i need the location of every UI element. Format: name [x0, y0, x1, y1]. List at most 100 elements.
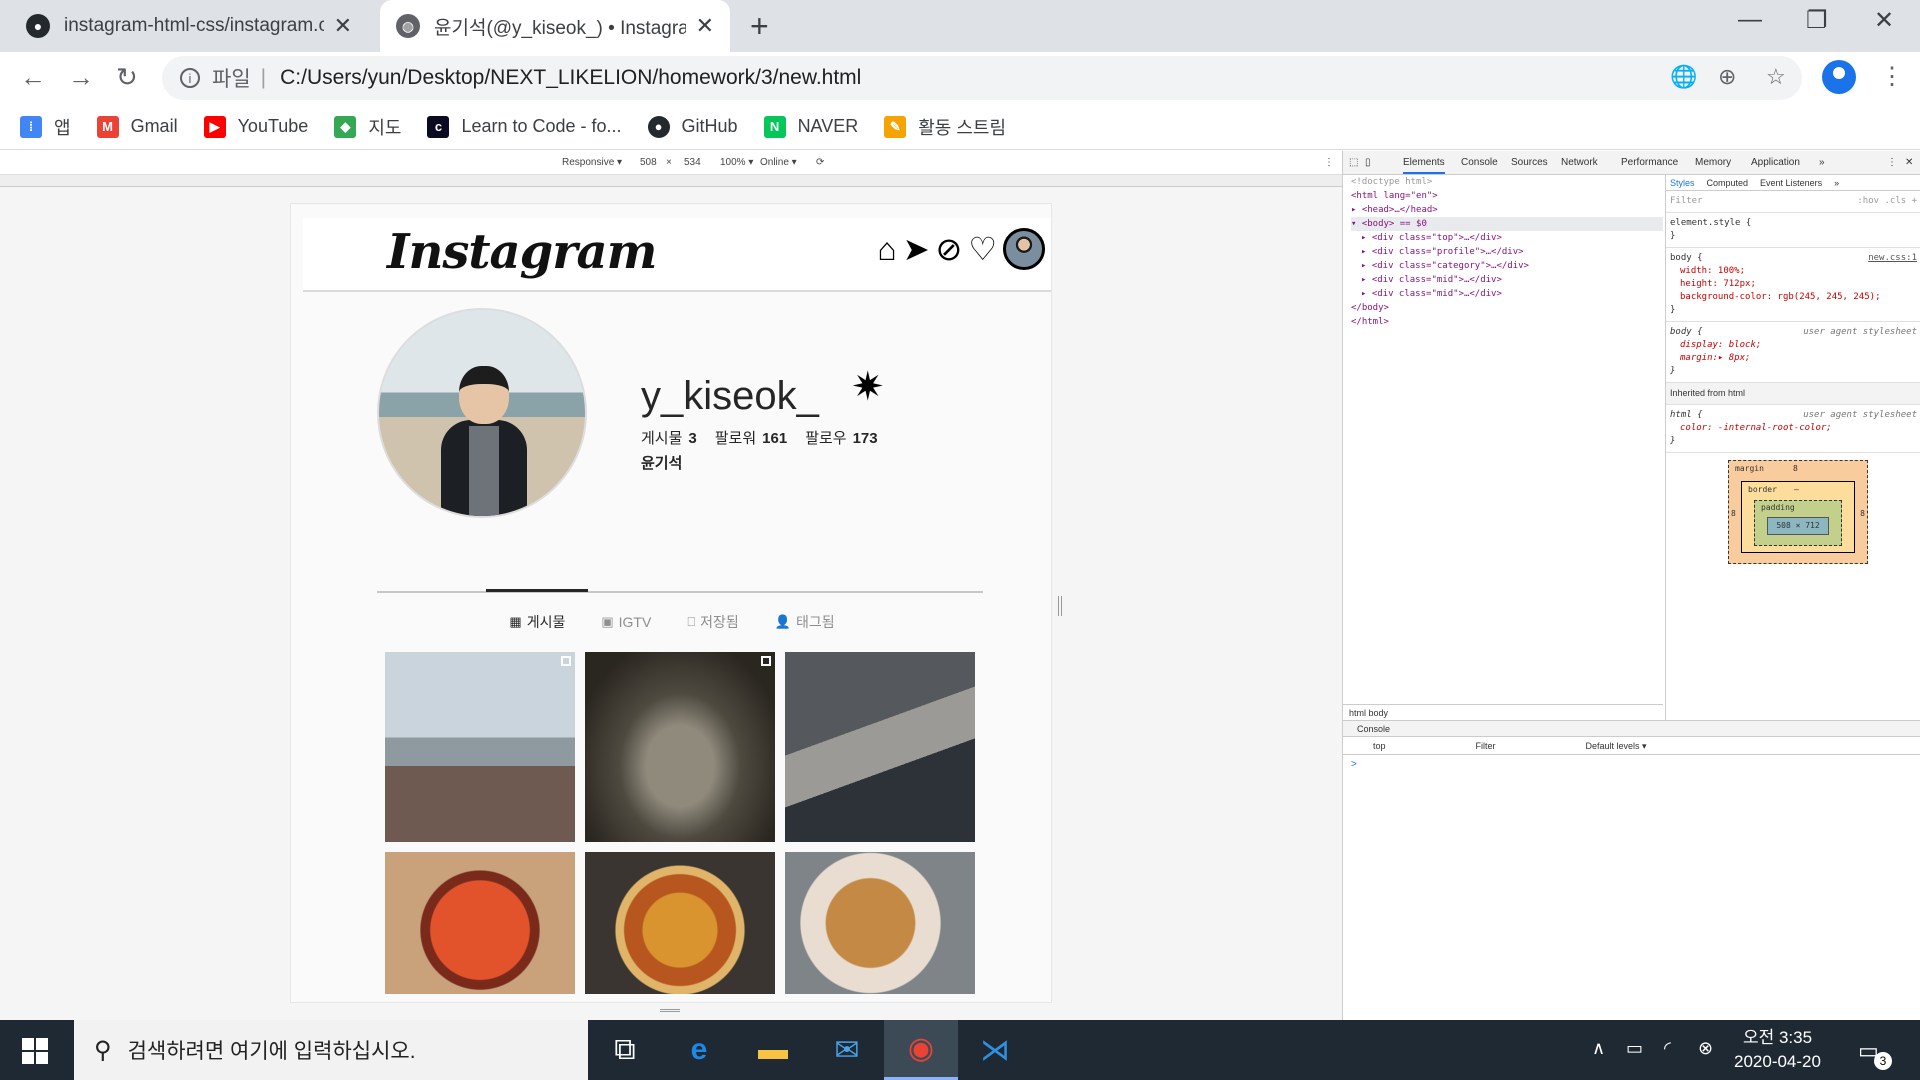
- rule-source-link[interactable]: new.css:1: [1868, 252, 1917, 265]
- home-icon[interactable]: ⌂: [877, 233, 896, 265]
- dom-line-selected[interactable]: ▾ <body> == $0: [1351, 217, 1663, 231]
- post-cave[interactable]: [585, 652, 775, 842]
- profile-avatar-icon[interactable]: [1003, 228, 1045, 270]
- address-bar[interactable]: i 파일 | C:/Users/yun/Desktop/NEXT_LIKELIO…: [162, 56, 1802, 100]
- height-input[interactable]: 534: [684, 157, 701, 168]
- devtools-menu-icon[interactable]: ⋮: [1887, 157, 1897, 168]
- style-rule-body-author[interactable]: body {new.css:1 width: 100%; height: 712…: [1666, 248, 1920, 322]
- margin-right-value[interactable]: 8: [1860, 509, 1865, 518]
- dom-line[interactable]: ▸ <head>…</head>: [1351, 203, 1663, 217]
- tab-styles[interactable]: Styles: [1670, 175, 1695, 190]
- file-explorer-icon[interactable]: ▬: [736, 1020, 810, 1080]
- rule-line[interactable]: width: 100%;: [1670, 265, 1917, 278]
- dom-line[interactable]: <!doctype html>: [1351, 175, 1663, 189]
- taskbar-clock[interactable]: 오전 3:35 2020-04-20: [1734, 1026, 1821, 1074]
- width-input[interactable]: 508: [640, 157, 657, 168]
- tab-saved[interactable]: ⎕ 저장됨: [687, 612, 738, 632]
- restore-button[interactable]: ❐: [1806, 6, 1828, 35]
- zoom-icon[interactable]: ⊕: [1718, 64, 1736, 90]
- tab-network[interactable]: Network: [1561, 157, 1598, 168]
- settings-gear-icon[interactable]: ✷: [851, 364, 885, 410]
- console-title[interactable]: Console: [1357, 724, 1390, 734]
- close-window-button[interactable]: ✕: [1874, 6, 1894, 35]
- chrome-icon[interactable]: ◉: [884, 1020, 958, 1080]
- explore-icon[interactable]: ⊘: [936, 233, 963, 265]
- devtools-close-icon[interactable]: ✕: [1905, 157, 1913, 168]
- post-group-selfie[interactable]: [785, 652, 975, 842]
- tray-chevron-icon[interactable]: ∧: [1592, 1038, 1605, 1059]
- margin-top-value[interactable]: 8: [1793, 464, 1798, 473]
- tab-sources[interactable]: Sources: [1511, 157, 1548, 168]
- post-fried-chicken[interactable]: [785, 852, 975, 994]
- console-filter-input[interactable]: Filter: [1476, 737, 1496, 754]
- rotate-icon[interactable]: ⟳: [816, 157, 824, 168]
- post-tteokbokki[interactable]: [385, 852, 575, 994]
- reload-button[interactable]: ↻: [116, 62, 138, 93]
- responsive-select[interactable]: Responsive ▾: [562, 157, 622, 168]
- styles-filter-input[interactable]: Filter: [1670, 195, 1703, 208]
- new-tab-button[interactable]: +: [750, 8, 769, 45]
- dom-line[interactable]: </body>: [1351, 301, 1663, 315]
- tab-console[interactable]: Console: [1461, 157, 1498, 168]
- margin-left-value[interactable]: 8: [1731, 509, 1736, 518]
- tab-styles-more[interactable]: »: [1834, 175, 1839, 190]
- dom-line[interactable]: </html>: [1351, 315, 1663, 329]
- tab-tagged[interactable]: 👤 태그됨: [775, 612, 835, 632]
- stat-following[interactable]: 팔로우 173: [805, 427, 877, 448]
- minimize-button[interactable]: —: [1738, 6, 1762, 34]
- stat-followers[interactable]: 팔로워 161: [715, 427, 787, 448]
- tab-event-listeners[interactable]: Event Listeners: [1760, 175, 1822, 190]
- dom-line[interactable]: ▸ <div class="profile">…</div>: [1351, 245, 1663, 259]
- bookmark-naver[interactable]: N NAVER: [763, 115, 858, 138]
- log-levels-select[interactable]: Default levels ▾: [1586, 737, 1647, 754]
- dom-line[interactable]: ▸ <div class="top">…</div>: [1351, 231, 1663, 245]
- bookmark-star-icon[interactable]: ☆: [1766, 64, 1786, 90]
- device-toggle-icon[interactable]: ▯: [1365, 157, 1371, 168]
- edge-icon[interactable]: e: [662, 1020, 736, 1080]
- mail-icon[interactable]: ✉: [810, 1020, 884, 1080]
- tab-application[interactable]: Application: [1751, 157, 1800, 168]
- post-pizza[interactable]: [585, 852, 775, 994]
- resize-handle-bottom[interactable]: [660, 1009, 680, 1012]
- tab-posts[interactable]: ▦ 게시물: [509, 612, 565, 632]
- breadcrumb[interactable]: html body: [1343, 704, 1663, 720]
- tab-more[interactable]: »: [1819, 157, 1825, 168]
- zoom-select[interactable]: 100% ▾: [720, 157, 753, 168]
- browser-tab-instagram[interactable]: ◍ 윤기석(@y_kiseok_) • Instagram ✕: [380, 0, 730, 52]
- post-selfie-beach[interactable]: [385, 652, 575, 842]
- context-select[interactable]: top: [1373, 737, 1386, 754]
- dom-line[interactable]: ▸ <div class="mid">…</div>: [1351, 287, 1663, 301]
- taskbar-search[interactable]: ⚲ 검색하려면 여기에 입력하십시오.: [74, 1020, 588, 1080]
- url-text[interactable]: C:/Users/yun/Desktop/NEXT_LIKELION/homew…: [280, 66, 861, 90]
- style-rule-body-ua[interactable]: body {user agent stylesheet display: blo…: [1666, 322, 1920, 383]
- device-more-icon[interactable]: ⋮: [1324, 157, 1334, 168]
- info-icon[interactable]: i: [180, 68, 200, 88]
- tab-computed[interactable]: Computed: [1707, 175, 1749, 190]
- chrome-menu-icon[interactable]: ⋮: [1880, 62, 1904, 91]
- rule-line[interactable]: height: 712px;: [1670, 278, 1917, 291]
- tab-memory[interactable]: Memory: [1695, 157, 1731, 168]
- stat-posts[interactable]: 게시물 3: [641, 427, 697, 448]
- windows-start-icon[interactable]: [22, 1038, 48, 1064]
- tab-performance[interactable]: Performance: [1621, 157, 1678, 168]
- bookmark-maps[interactable]: ◆ 지도: [334, 114, 401, 140]
- rule-line[interactable]: background-color: rgb(245, 245, 245);: [1670, 291, 1917, 304]
- volume-muted-icon[interactable]: ⊗: [1698, 1038, 1713, 1059]
- bookmark-github[interactable]: ● GitHub: [647, 115, 738, 138]
- bookmark-youtube[interactable]: ▶ YouTube: [203, 115, 308, 138]
- back-button[interactable]: ←: [20, 62, 46, 93]
- bookmark-gmail[interactable]: M Gmail: [96, 115, 178, 138]
- battery-icon[interactable]: ▭: [1626, 1038, 1643, 1059]
- vscode-icon[interactable]: ⋊: [958, 1020, 1032, 1080]
- border-value[interactable]: –: [1794, 485, 1799, 494]
- close-tab-icon[interactable]: ✕: [334, 13, 352, 39]
- style-rule-html-ua[interactable]: html {user agent stylesheet color: -inte…: [1666, 405, 1920, 453]
- dom-line[interactable]: ▸ <div class="category">…</div>: [1351, 259, 1663, 273]
- wifi-icon[interactable]: ◜: [1664, 1038, 1671, 1059]
- hov-cls-buttons[interactable]: :hov .cls +: [1857, 195, 1917, 208]
- bookmark-freecodecamp[interactable]: c Learn to Code - fo...: [427, 115, 622, 138]
- instagram-logo[interactable]: Instagram: [387, 224, 657, 280]
- direct-icon[interactable]: ➤: [903, 233, 930, 265]
- forward-button[interactable]: →: [68, 62, 94, 93]
- bookmark-apps[interactable]: ⁞ 앱: [20, 114, 71, 140]
